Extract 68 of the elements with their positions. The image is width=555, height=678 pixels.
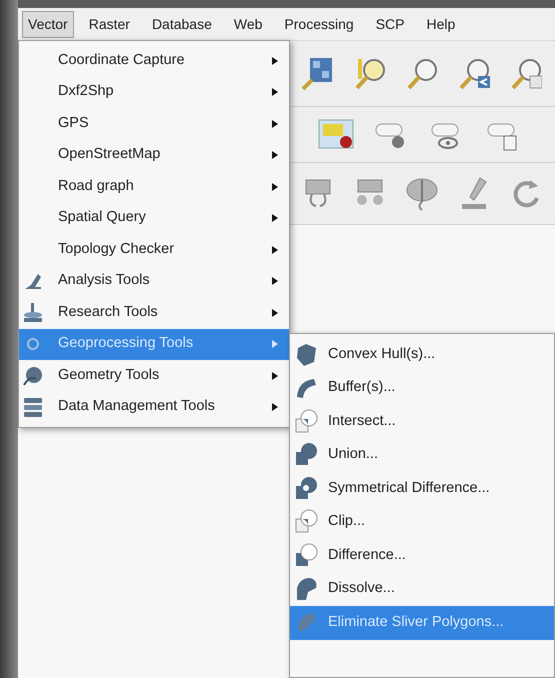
menu-item[interactable]: Dxf2Shp bbox=[19, 76, 289, 108]
menu-label: Road graph bbox=[58, 176, 135, 196]
submenu-arrow-icon bbox=[271, 276, 279, 286]
menu-label: Analysis Tools bbox=[58, 271, 151, 290]
menu-item[interactable]: Data Management Tools bbox=[19, 392, 289, 423]
submenu-arrow-icon bbox=[271, 244, 279, 255]
zoom-full-icon bbox=[300, 56, 334, 92]
menu-label: Union... bbox=[328, 445, 378, 464]
menu-label: OpenStreetMap bbox=[58, 145, 162, 164]
menu-item[interactable]: Symmetrical Difference... bbox=[290, 472, 554, 506]
stack-icon bbox=[22, 396, 44, 418]
submenu-arrow-icon bbox=[271, 370, 279, 381]
intersect-icon bbox=[294, 408, 320, 435]
menu-label: Data Management Tools bbox=[58, 397, 216, 416]
menu-label: Eliminate Sliver Polygons... bbox=[328, 612, 504, 632]
menu-label: Dxf2Shp bbox=[58, 82, 115, 102]
menu-label: Coordinate Capture bbox=[58, 50, 186, 70]
submenu-arrow-icon bbox=[271, 118, 279, 129]
menu-item[interactable]: Union... bbox=[290, 438, 554, 472]
menu-item[interactable]: Processing bbox=[277, 10, 361, 38]
menu-item[interactable]: Research Tools bbox=[19, 297, 289, 328]
menu-label: GPS bbox=[58, 114, 90, 133]
clip-icon bbox=[294, 509, 320, 536]
menu-item[interactable]: Help bbox=[419, 10, 462, 38]
label-pin-icon bbox=[318, 118, 354, 152]
submenu-arrow-icon bbox=[271, 339, 279, 350]
menu-item[interactable]: OpenStreetMap bbox=[19, 140, 289, 171]
submenu-arrow-icon bbox=[271, 308, 279, 318]
menu-item[interactable]: Intersect... bbox=[290, 405, 554, 438]
submenu-arrow-icon bbox=[271, 213, 279, 224]
menu-label: Difference... bbox=[328, 546, 406, 565]
menu-label: Spatial Query bbox=[58, 208, 147, 228]
menu-item[interactable]: Analysis Tools bbox=[19, 266, 289, 297]
split-icon bbox=[404, 176, 440, 212]
submenu-arrow-icon bbox=[271, 56, 279, 66]
menu-label: Geometry Tools bbox=[58, 366, 160, 385]
menu-item[interactable]: Difference... bbox=[290, 539, 554, 572]
menu-label: Intersect... bbox=[328, 412, 396, 431]
menu-item[interactable]: Vector bbox=[22, 10, 74, 38]
menu-label: Research Tools bbox=[58, 302, 159, 322]
sym-difference-icon bbox=[294, 476, 320, 502]
menu-label: Clip... bbox=[328, 512, 366, 532]
menu-label: Geoprocessing Tools bbox=[58, 334, 194, 354]
menu-item[interactable]: Coordinate Capture bbox=[19, 45, 289, 76]
menu-item[interactable]: Web bbox=[226, 10, 270, 38]
submenu-arrow-icon bbox=[271, 87, 279, 98]
submenu-arrow-icon bbox=[271, 150, 279, 160]
menu-item[interactable]: Road graph bbox=[19, 171, 289, 202]
menu-item[interactable]: Topology Checker bbox=[19, 234, 289, 266]
submenu-arrow-icon bbox=[271, 402, 279, 412]
menu-item[interactable]: Geometry Tools bbox=[19, 360, 289, 392]
menu-item[interactable]: Database bbox=[144, 10, 219, 38]
menu-label: Buffer(s)... bbox=[328, 378, 396, 398]
menu-item[interactable]: Spatial Query bbox=[19, 202, 289, 234]
menu-label: Symmetrical Difference... bbox=[328, 478, 490, 498]
menu-item[interactable]: GPS bbox=[19, 108, 289, 140]
menu-item[interactable]: SCP bbox=[368, 10, 412, 38]
menu-item[interactable]: Buffer(s)... bbox=[290, 372, 554, 405]
menu-label: Dissolve... bbox=[328, 579, 395, 598]
menu-item[interactable]: Clip... bbox=[290, 506, 554, 539]
menu-item[interactable]: Dissolve... bbox=[290, 572, 554, 606]
difference-icon bbox=[294, 542, 320, 569]
menu-label: Convex Hull(s)... bbox=[328, 344, 436, 364]
globe-icon bbox=[22, 364, 44, 387]
menu-item[interactable]: Convex Hull(s)... bbox=[290, 338, 554, 372]
menu-item[interactable]: Raster bbox=[82, 10, 137, 38]
menu-label: Topology Checker bbox=[58, 240, 176, 259]
submenu-arrow-icon bbox=[271, 182, 279, 192]
